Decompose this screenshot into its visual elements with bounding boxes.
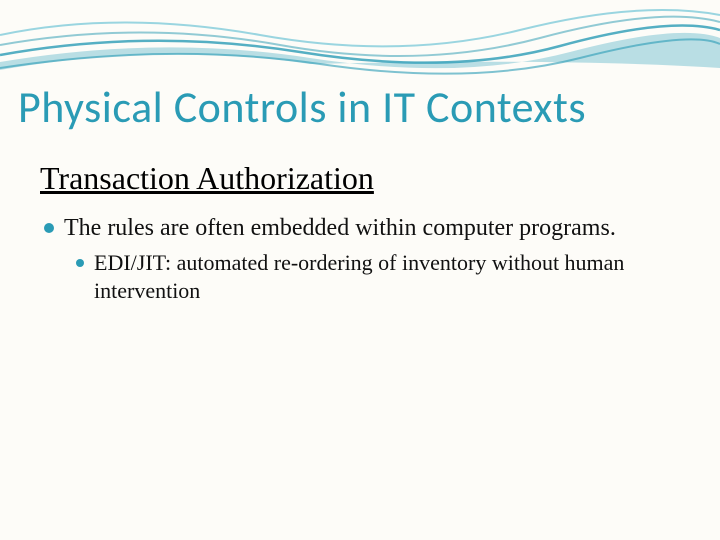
slide-content: Transaction Authorization The rules are … [40, 160, 680, 304]
wave-decoration [0, 0, 720, 90]
subtitle: Transaction Authorization [40, 160, 680, 197]
bullet-dot-icon [44, 223, 54, 233]
bullet-text: The rules are often embedded within comp… [64, 213, 616, 243]
bullet-level1: The rules are often embedded within comp… [44, 213, 680, 243]
bullet-dot-icon [76, 259, 84, 267]
slide-title: Physical Controls in IT Contexts [18, 80, 586, 134]
bullet-text: EDI/JIT: automated re-ordering of invent… [94, 249, 680, 304]
bullet-level2: EDI/JIT: automated re-ordering of invent… [76, 249, 680, 304]
